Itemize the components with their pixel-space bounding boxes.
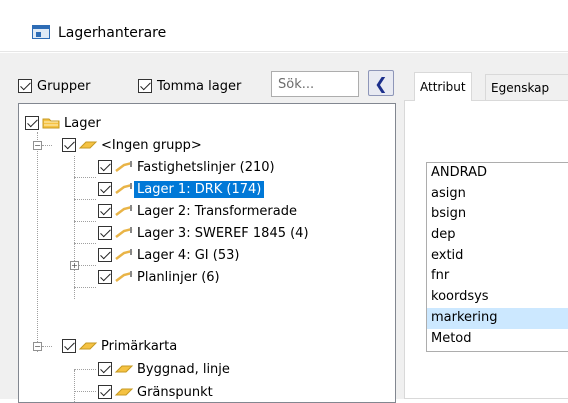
- expand-lager4-toggle[interactable]: +: [70, 261, 79, 270]
- attribute-list-item[interactable]: koordsys: [427, 287, 568, 308]
- tree-layer-fastighetslinjer[interactable]: Fastighetslinjer (210): [98, 156, 278, 178]
- layer-tree[interactable]: − + − Lager <Ingen grupp> Fastighetslinj…: [18, 103, 396, 403]
- attribute-list-item[interactable]: ANDRAD: [427, 163, 568, 184]
- group-label: <Ingen grupp>: [101, 137, 202, 153]
- group-folder-icon: [78, 141, 98, 149]
- layer-label: Lager 4: GI (53): [137, 247, 240, 263]
- layer-label: Byggnad, linje: [137, 361, 230, 377]
- tree-layer-drk[interactable]: Lager 1: DRK (174): [98, 178, 265, 200]
- layer-checkbox[interactable]: [98, 204, 112, 218]
- layer-panel: Grupper Tomma lager ❮ − + −: [18, 53, 396, 403]
- layer-label: Gränspunkt: [137, 384, 213, 400]
- tree-layer-byggnad[interactable]: Byggnad, linje: [98, 358, 233, 380]
- tomma-lager-checkbox[interactable]: [138, 79, 152, 93]
- layer-label: Lager 2: Transformerade: [137, 203, 297, 219]
- layer-checkbox[interactable]: [98, 160, 112, 174]
- app-window-icon: [32, 25, 50, 39]
- attribute-list-item[interactable]: fnr: [427, 266, 568, 287]
- layer-label: Planlinjer (6): [137, 269, 220, 285]
- tab-attribut[interactable]: Attribut: [414, 72, 472, 101]
- line-layer-icon: [115, 161, 133, 172]
- attribute-list[interactable]: ANDRAD asign bsign dep extid fnr koordsys marke…: [426, 162, 568, 352]
- line-layer-icon: [115, 227, 133, 238]
- attribute-list-item[interactable]: asign: [427, 184, 568, 205]
- layer-checkbox[interactable]: [98, 248, 112, 262]
- layer-checkbox[interactable]: [98, 226, 112, 240]
- root-checkbox[interactable]: [25, 116, 39, 130]
- tree-layer-transformerade[interactable]: Lager 2: Transformerade: [98, 200, 300, 222]
- line-layer-icon: [115, 271, 133, 282]
- group-checkbox[interactable]: [62, 339, 76, 353]
- layers-folder-icon: [42, 118, 60, 129]
- window-title: Lagerhanterare: [58, 25, 167, 41]
- polygon-layer-icon: [114, 388, 134, 396]
- grupper-option[interactable]: Grupper: [18, 77, 91, 95]
- grupper-label: Grupper: [37, 78, 91, 94]
- attribute-list-item[interactable]: markering: [427, 307, 568, 329]
- layer-label: Fastighetslinjer (210): [137, 159, 275, 175]
- line-layer-icon: [115, 183, 133, 194]
- properties-panel: Attribut Egenskap ANDRAD asign bsign dep ext…: [404, 53, 568, 399]
- attribute-list-item[interactable]: bsign: [427, 204, 568, 225]
- title-bar: Lagerhanterare: [0, 0, 568, 52]
- group-folder-icon: [78, 342, 98, 350]
- layer-checkbox[interactable]: [98, 270, 112, 284]
- root-label: Lager: [64, 115, 101, 131]
- attribute-list-item[interactable]: Metod_text: [427, 349, 568, 351]
- group-checkbox[interactable]: [62, 138, 76, 152]
- grupper-checkbox[interactable]: [18, 79, 32, 93]
- layer-checkbox[interactable]: [98, 362, 112, 376]
- attribute-list-item[interactable]: Metod: [427, 329, 568, 350]
- chevron-left-icon: ❮: [374, 73, 388, 93]
- client-area: Grupper Tomma lager ❮ − + −: [0, 53, 568, 403]
- layer-label: Lager 3: SWEREF 1845 (4): [137, 225, 309, 241]
- tree-layer-gi[interactable]: Lager 4: GI (53): [98, 244, 242, 266]
- tomma-lager-label: Tomma lager: [157, 78, 242, 94]
- layer-checkbox[interactable]: [98, 385, 112, 399]
- tree-group-ingen-grupp[interactable]: <Ingen grupp>: [62, 134, 205, 156]
- tree-layer-planlinjer[interactable]: Planlinjer (6): [98, 266, 223, 288]
- group-label: Primärkarta: [101, 338, 178, 354]
- layer-checkbox[interactable]: [98, 182, 112, 196]
- polygon-layer-icon: [114, 365, 134, 373]
- collapse-primarkarta-toggle[interactable]: −: [33, 342, 42, 351]
- attribute-list-item[interactable]: dep: [427, 225, 568, 246]
- collapse-ingen-grupp-toggle[interactable]: −: [33, 141, 42, 150]
- line-layer-icon: [115, 205, 133, 216]
- tree-layer-sweref[interactable]: Lager 3: SWEREF 1845 (4): [98, 222, 312, 244]
- tree-layer-granspunkt[interactable]: Gränspunkt: [98, 381, 216, 402]
- line-layer-icon: [115, 249, 133, 260]
- tree-root-lager[interactable]: Lager: [25, 112, 104, 134]
- attribute-list-item[interactable]: extid: [427, 246, 568, 267]
- tree-group-primarkarta[interactable]: Primärkarta: [62, 335, 180, 357]
- tab-egenskaper[interactable]: Egenskap: [485, 74, 568, 100]
- collapse-panel-button[interactable]: ❮: [368, 70, 394, 96]
- layer-label-selected: Lager 1: DRK (174): [134, 180, 265, 198]
- search-input[interactable]: [271, 71, 359, 97]
- tomma-lager-option[interactable]: Tomma lager: [138, 77, 241, 95]
